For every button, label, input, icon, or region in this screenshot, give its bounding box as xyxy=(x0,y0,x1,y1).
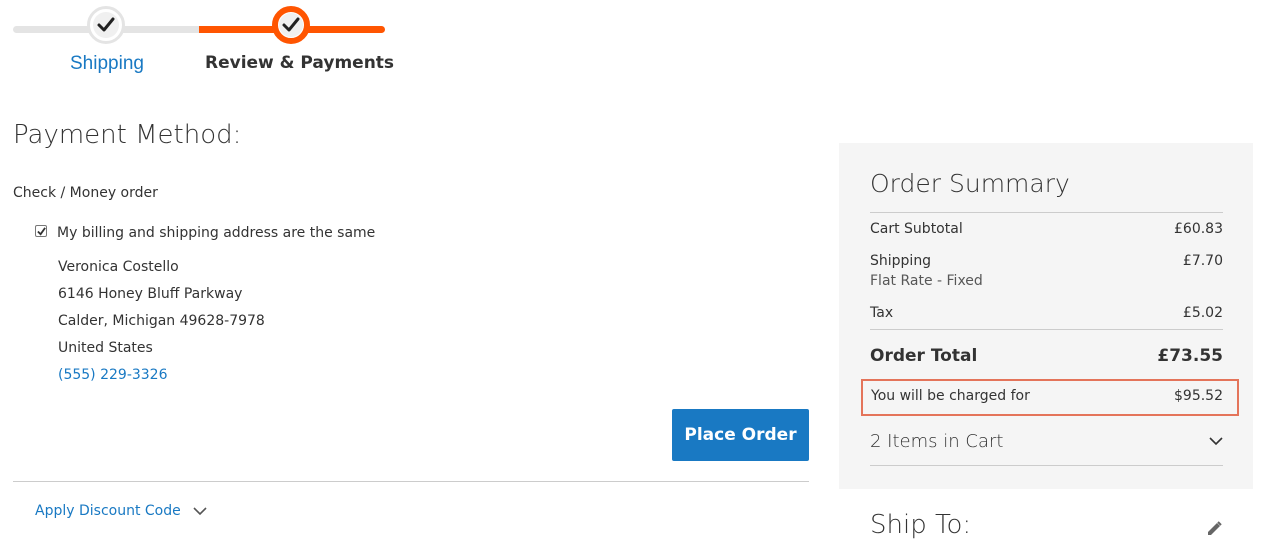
tax-row: Tax £5.02 xyxy=(870,305,1223,321)
cart-subtotal-value: £60.83 xyxy=(1174,221,1223,237)
shipping-method: Flat Rate - Fixed xyxy=(870,273,983,289)
order-total-row: Order Total £73.55 xyxy=(870,346,1223,366)
divider xyxy=(13,481,809,482)
step-shipping-link[interactable]: Shipping xyxy=(70,53,144,75)
step-shipping-indicator xyxy=(87,6,125,44)
step-review-indicator xyxy=(272,6,310,44)
order-summary-panel: Order Summary Cart Subtotal £60.83 Shipp… xyxy=(839,143,1253,489)
checkmark-icon xyxy=(97,17,115,32)
divider xyxy=(870,329,1223,330)
checkout-progress-bar: Shipping Review & Payments xyxy=(13,0,394,90)
tax-value: £5.02 xyxy=(1182,305,1223,321)
order-summary-title: Order Summary xyxy=(870,169,1070,198)
payment-method-title: Payment Method: xyxy=(13,120,242,150)
chevron-down-icon xyxy=(193,506,207,515)
cart-subtotal-label: Cart Subtotal xyxy=(870,221,963,237)
billing-phone-link[interactable]: (555) 229-3326 xyxy=(58,367,168,383)
items-in-cart-toggle[interactable]: 2 Items in Cart xyxy=(870,431,1223,452)
payment-method-name[interactable]: Check / Money order xyxy=(13,185,158,201)
divider xyxy=(870,212,1223,213)
step-review-label: Review & Payments xyxy=(205,53,395,73)
checkmark-icon xyxy=(282,17,300,32)
pencil-edit-icon[interactable] xyxy=(1205,520,1223,538)
apply-discount-toggle[interactable]: Apply Discount Code xyxy=(35,503,207,519)
charged-label: You will be charged for xyxy=(871,388,1030,404)
apply-discount-label: Apply Discount Code xyxy=(35,503,181,519)
ship-to-title: Ship To: xyxy=(870,510,972,540)
divider xyxy=(870,465,1223,466)
tax-label: Tax xyxy=(870,305,894,321)
items-in-cart-label: 2 Items in Cart xyxy=(870,431,1004,452)
billing-same-label[interactable]: My billing and shipping address are the … xyxy=(57,225,375,241)
place-order-button[interactable]: Place Order xyxy=(672,409,809,461)
charged-amount-highlight: You will be charged for $95.52 xyxy=(861,379,1239,416)
charged-value: $95.52 xyxy=(1174,388,1223,404)
billing-name: Veronica Costello xyxy=(58,259,179,275)
billing-country: United States xyxy=(58,340,153,356)
shipping-row: Shipping £7.70 xyxy=(870,253,1223,269)
order-total-label: Order Total xyxy=(870,346,978,366)
billing-city: Calder, Michigan 49628-7978 xyxy=(58,313,265,329)
billing-same-checkbox[interactable] xyxy=(35,225,47,237)
order-total-value: £73.55 xyxy=(1157,346,1223,366)
chevron-down-icon xyxy=(1209,437,1223,446)
shipping-label: Shipping xyxy=(870,253,932,269)
billing-street: 6146 Honey Bluff Parkway xyxy=(58,286,243,302)
shipping-value: £7.70 xyxy=(1182,253,1223,269)
cart-subtotal-row: Cart Subtotal £60.83 xyxy=(870,221,1223,237)
checkmark-icon xyxy=(36,226,46,236)
